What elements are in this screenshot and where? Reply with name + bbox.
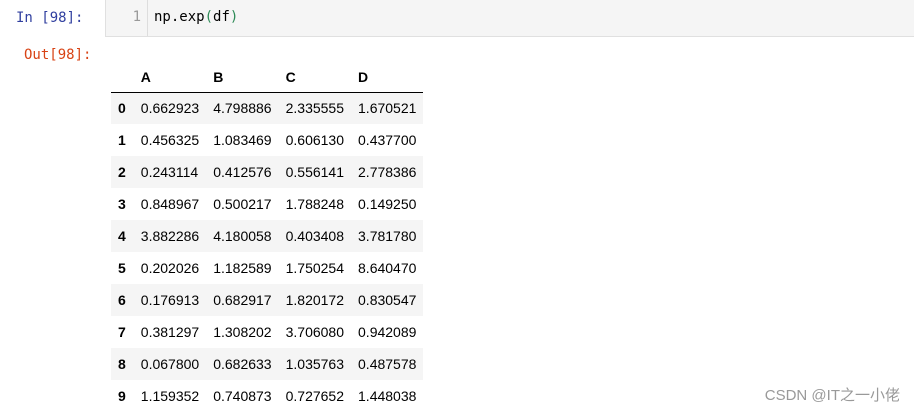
table-cell: 0.740873: [213, 388, 272, 404]
table-cell: 0.403408: [285, 228, 345, 244]
row-index: 3: [118, 196, 126, 212]
column-header: C: [278, 62, 352, 93]
table-cell: 0.437700: [358, 132, 417, 148]
table-cell: 0.176913: [140, 292, 200, 308]
table-row: 3 0.848967 0.500217 1.788248 0.149250: [111, 188, 423, 220]
table-cell: 1.159352: [140, 388, 200, 404]
table-cell: 1.448038: [358, 388, 417, 404]
table-cell: 0.556141: [285, 164, 345, 180]
table-row: 8 0.067800 0.682633 1.035763 0.487578: [111, 348, 424, 380]
watermark: CSDN @IT之一小佬: [764, 387, 900, 404]
code-function: np.exp: [154, 9, 205, 25]
table-cell: 0.682917: [213, 292, 272, 308]
index-header: [111, 62, 134, 93]
table-row: 0 0.662923 4.798886 2.335555 1.670521: [111, 92, 424, 124]
line-number: 1: [132, 9, 141, 25]
table-cell: 0.942089: [358, 324, 417, 340]
table-cell: 0.381297: [140, 324, 200, 340]
column-header: A: [133, 62, 207, 93]
table-cell: 1.083469: [213, 132, 272, 148]
table-cell: 0.848967: [140, 196, 200, 212]
input-prompt: In [98]:: [16, 10, 84, 26]
table-row: 1 0.456325 1.083469 0.606130 0.437700: [111, 124, 423, 156]
table-cell: 1.750254: [285, 260, 345, 276]
table-cell: 4.798886: [213, 100, 272, 117]
dataframe-output-table: A B C D 0 0.662923 4.798886 2.335555 1.67052…: [111, 62, 424, 412]
table-cell: 0.830547: [358, 292, 417, 308]
table-row: 5 0.202026 1.182589 1.750254 8.640470: [111, 252, 423, 284]
table-row: 6 0.176913 0.682917 1.820172 0.830547: [111, 284, 424, 316]
row-index: 7: [118, 324, 126, 340]
row-index: 6: [118, 292, 126, 308]
table-cell: 0.727652: [285, 388, 345, 404]
table-body: 0 0.662923 4.798886 2.335555 1.670521 1 0.4563…: [111, 92, 424, 412]
output-prompt: Out[98]:: [24, 47, 92, 63]
code-close-paren: ): [229, 9, 239, 25]
table-cell: 3.706080: [285, 324, 345, 340]
row-index: 0: [118, 100, 126, 117]
table-cell: 0.606130: [285, 132, 345, 148]
table-cell: 0.243114: [140, 164, 199, 180]
table-cell: 0.500217: [213, 196, 272, 212]
row-index: 9: [118, 388, 126, 404]
table-cell: 2.778386: [358, 164, 417, 180]
table-cell: 1.308202: [213, 324, 272, 340]
table-cell: 1.035763: [285, 356, 345, 372]
table-cell: 0.412576: [213, 164, 272, 180]
table-cell: 3.781780: [358, 228, 417, 244]
table-cell: 0.456325: [140, 132, 200, 148]
row-index: 5: [118, 260, 126, 276]
line-number-gutter: 1: [106, 0, 148, 36]
table-cell: 3.882286: [140, 228, 200, 244]
table-cell: 0.067800: [140, 356, 200, 372]
table-cell: 1.788248: [285, 196, 345, 212]
table-cell: 4.180058: [213, 228, 272, 244]
table-cell: 0.487578: [358, 356, 417, 372]
table-cell: 1.820172: [285, 292, 345, 308]
code-line[interactable]: np.exp(df): [154, 9, 238, 25]
table-header-row: A B C D: [111, 62, 424, 93]
row-index: 2: [118, 164, 126, 180]
table-cell: 0.149250: [358, 196, 417, 212]
table-cell: 2.335555: [285, 100, 345, 117]
row-index: 8: [118, 356, 126, 372]
code-argument: df: [213, 9, 230, 25]
table-row: 2 0.243114 0.412576 0.556141 2.778386: [111, 156, 424, 188]
table-row: 4 3.882286 4.180058 0.403408 3.781780: [111, 220, 424, 252]
row-index: 4: [118, 228, 126, 244]
row-index: 1: [118, 132, 126, 148]
table-cell: 0.682633: [213, 356, 272, 372]
code-input-area[interactable]: 1 np.exp(df): [105, 0, 914, 37]
table-cell: 0.202026: [140, 260, 200, 276]
column-header: B: [206, 62, 279, 93]
table-row: 7 0.381297 1.308202 3.706080 0.942089: [111, 316, 423, 348]
code-open-paren: (: [204, 9, 214, 25]
table-row: 9 1.159352 0.740873 0.727652 1.448038: [111, 380, 423, 412]
table-cell: 8.640470: [358, 260, 417, 276]
table-cell: 0.662923: [140, 100, 200, 117]
column-header: D: [351, 62, 424, 93]
table-cell: 1.670521: [358, 100, 417, 117]
table-cell: 1.182589: [213, 260, 272, 276]
